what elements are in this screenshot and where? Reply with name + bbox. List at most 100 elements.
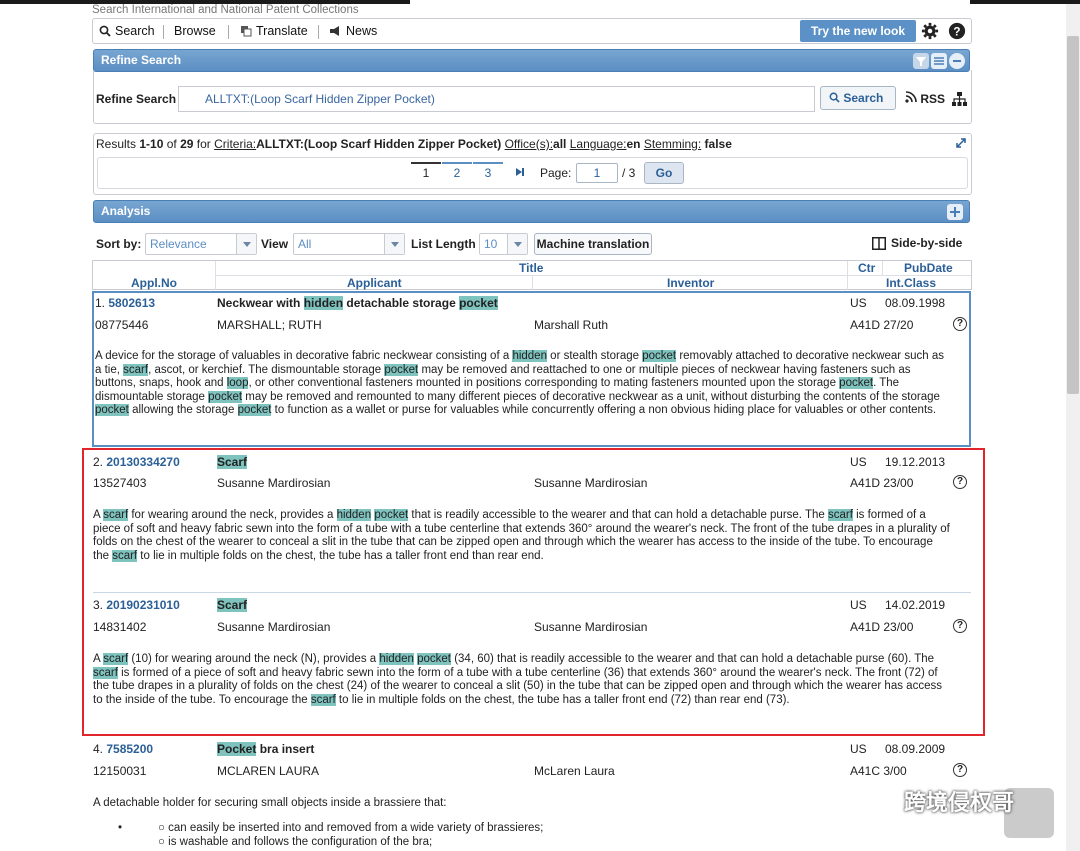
result-title[interactable]: Scarf: [217, 455, 248, 469]
result-abstract: A device for the storage of valuables in…: [95, 350, 944, 417]
result-country: US: [850, 455, 867, 469]
list-length-label: List Length: [411, 237, 476, 251]
criteria-label[interactable]: Criteria:: [214, 137, 256, 151]
wechat-icon: [862, 787, 897, 813]
stemming-label[interactable]: Stemming:: [644, 137, 701, 151]
result-applno: 14831402: [93, 620, 147, 634]
help-icon[interactable]: ?: [953, 763, 967, 777]
page-2-link[interactable]: 2: [442, 162, 472, 180]
page-label: Page:: [540, 166, 572, 180]
result-pubdate: 14.02.2019: [885, 598, 946, 612]
nav-browse[interactable]: Browse: [174, 24, 216, 38]
analysis-panel-header[interactable]: Analysis: [93, 200, 970, 223]
result-abstract: A detachable holder for securing small o…: [93, 797, 447, 809]
result-applicant: MCLAREN LAURA: [217, 764, 320, 778]
result-intclass: A41C 3/00: [850, 764, 907, 778]
analysis-title: Analysis: [101, 204, 151, 218]
bullet-text: can easily be inserted into and removed …: [168, 822, 544, 834]
list-item: •: [118, 822, 123, 834]
result-id-link[interactable]: 20190231010: [106, 598, 179, 612]
view-select[interactable]: All: [293, 233, 405, 255]
col-pubdate[interactable]: PubDate: [904, 261, 953, 275]
pager: [97, 157, 968, 189]
result-index: 2.: [93, 455, 104, 469]
refine-query-input[interactable]: ALLTXT:(Loop Scarf Hidden Zipper Pocket): [178, 86, 815, 112]
scrollbar-thumb[interactable]: [1067, 36, 1079, 394]
go-button[interactable]: Go: [644, 162, 684, 184]
page-3-link[interactable]: 3: [473, 162, 503, 180]
nav-search[interactable]: Search: [99, 24, 155, 38]
result-id-link[interactable]: 5802613: [108, 296, 155, 310]
bullet-text: is washable and follows the configuratio…: [168, 836, 433, 848]
view-label: View: [261, 237, 289, 251]
settings-sliders-icon[interactable]: [931, 53, 947, 69]
col-ctr[interactable]: Ctr: [858, 261, 875, 275]
result-inventor: McLaren Laura: [534, 764, 615, 778]
list-item: ○ can easily be inserted into and remove…: [158, 822, 544, 834]
result-intclass: A41D 23/00: [850, 476, 914, 490]
stemming-value: false: [704, 137, 732, 151]
col-intclass[interactable]: Int.Class: [886, 276, 936, 290]
refine-panel-header: Refine Search: [93, 49, 970, 72]
result-abstract: A scarf (10) for wearing around the neck…: [93, 653, 942, 706]
result-inventor: Susanne Mardirosian: [534, 476, 648, 490]
machine-translation-button[interactable]: Machine translation: [534, 233, 652, 255]
help-icon[interactable]: ?: [953, 317, 967, 331]
language-label[interactable]: Language:: [570, 137, 627, 151]
help-icon[interactable]: ?: [948, 22, 966, 40]
page-number-input[interactable]: 1: [576, 163, 618, 183]
result-id-link[interactable]: 20130334270: [106, 455, 179, 469]
result-pubdate: 19.12.2013: [885, 455, 946, 469]
col-applno[interactable]: Appl.No: [131, 276, 177, 290]
result-inventor: Susanne Mardirosian: [534, 620, 648, 634]
svg-text:?: ?: [953, 26, 960, 39]
side-by-side-toggle[interactable]: Side-by-side: [872, 236, 962, 250]
result-country: US: [850, 598, 867, 612]
nav-news[interactable]: News: [329, 24, 377, 38]
col-inventor[interactable]: Inventor: [667, 276, 714, 290]
sort-by-label: Sort by:: [96, 237, 142, 251]
columns-icon: [872, 236, 886, 250]
office-label[interactable]: Office(s):: [505, 137, 553, 151]
result-num: 3. 20190231010: [93, 598, 180, 612]
translate-icon: [241, 26, 252, 37]
list-length-select[interactable]: 10: [479, 233, 528, 255]
result-index: 3.: [93, 598, 104, 612]
result-num: 1. 5802613: [95, 296, 155, 310]
refine-search-button-label: Search: [843, 91, 884, 105]
page-1-link[interactable]: 1: [411, 162, 441, 180]
result-title[interactable]: Pocket bra insert: [217, 742, 314, 756]
result-index: 1.: [95, 296, 106, 310]
expand-plus-icon[interactable]: [947, 204, 963, 220]
language-value: en: [626, 137, 641, 151]
result-id-link[interactable]: 7585200: [106, 742, 153, 756]
nav-translate-label: Translate: [256, 24, 308, 38]
expand-icon[interactable]: [955, 137, 967, 149]
col-applicant[interactable]: Applicant: [347, 276, 402, 290]
sort-select[interactable]: Relevance: [145, 233, 257, 255]
watermark: 跨境侵权哥: [862, 785, 1014, 817]
col-title[interactable]: Title: [519, 261, 543, 275]
result-country: US: [850, 296, 867, 310]
result-country: US: [850, 742, 867, 756]
filter-icon[interactable]: [913, 53, 929, 69]
gear-icon[interactable]: [921, 22, 939, 40]
watermark-text: 跨境侵权哥: [904, 790, 1015, 815]
result-title[interactable]: Neckwear with hidden detachable storage …: [217, 296, 498, 310]
rss-link[interactable]: RSS: [905, 91, 945, 106]
site-tagline: Search International and National Patent…: [92, 4, 359, 16]
sitemap-icon[interactable]: [952, 92, 967, 106]
list-item: ○ is washable and follows the configurat…: [158, 836, 433, 848]
help-icon[interactable]: ?: [953, 619, 967, 633]
result-title[interactable]: Scarf: [217, 598, 248, 612]
collapse-icon[interactable]: [949, 53, 965, 69]
page-of-total: / 3: [622, 166, 636, 180]
help-icon[interactable]: ?: [953, 475, 967, 489]
refine-panel-title: Refine Search: [101, 53, 182, 67]
nav-translate[interactable]: Translate: [240, 24, 308, 38]
rss-icon: [905, 91, 917, 103]
refine-search-button[interactable]: Search: [820, 86, 896, 110]
chevron-down-icon: [507, 234, 527, 254]
last-page-icon[interactable]: [515, 167, 525, 177]
try-new-look-button[interactable]: Try the new look: [800, 20, 916, 42]
